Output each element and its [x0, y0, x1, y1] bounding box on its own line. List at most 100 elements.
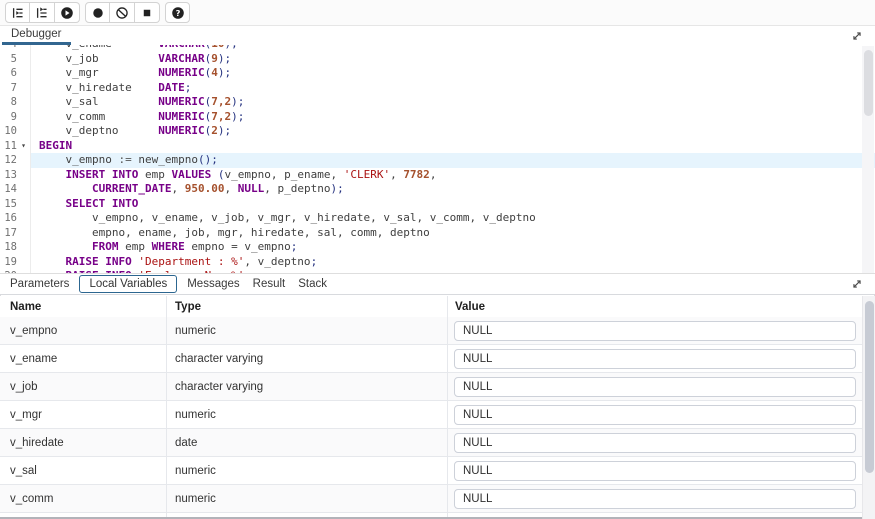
variable-value-cell: [448, 485, 862, 512]
variable-value-input[interactable]: [454, 489, 856, 509]
variables-scrollbar[interactable]: [862, 296, 875, 519]
step-over-icon: [35, 6, 49, 20]
line-number: 10: [0, 124, 17, 139]
tab-local-variables[interactable]: Local Variables: [79, 275, 177, 293]
tab-stack[interactable]: Stack: [298, 276, 327, 292]
code-line-6[interactable]: 6 v_mgr NUMERIC(4);: [0, 66, 875, 81]
line-number: 7: [0, 81, 17, 96]
table-row: v_mgrnumeric: [0, 401, 862, 429]
variable-type-cell: numeric: [167, 457, 448, 484]
code-line-9[interactable]: 9 v_comm NUMERIC(7,2);: [0, 110, 875, 125]
code-line-17[interactable]: 17 empno, ename, job, mgr, hiredate, sal…: [0, 226, 875, 241]
line-number: 16: [0, 211, 17, 226]
variable-value-input[interactable]: [454, 461, 856, 481]
step-into-button[interactable]: [5, 2, 30, 23]
variable-value-input[interactable]: [454, 405, 856, 425]
code-line-11[interactable]: 11▾BEGIN: [0, 139, 875, 154]
line-number: 15: [0, 197, 17, 212]
variable-type-cell: date: [167, 429, 448, 456]
code-line-7[interactable]: 7 v_hiredate DATE;: [0, 81, 875, 96]
tab-debugger[interactable]: Debugger: [2, 26, 71, 45]
code-line-15[interactable]: 15 SELECT INTO: [0, 197, 875, 212]
table-row: v_empnonumeric: [0, 317, 862, 345]
fold-gutter: [17, 124, 31, 139]
fold-marker-icon[interactable]: ▾: [17, 139, 31, 154]
variable-name-cell: v_hiredate: [0, 429, 167, 456]
code-line-13[interactable]: 13 INSERT INTO emp VALUES (v_empno, p_en…: [0, 168, 875, 183]
code-line-16[interactable]: 16 v_empno, v_ename, v_job, v_mgr, v_hir…: [0, 211, 875, 226]
code-text: v_empno, v_ename, v_job, v_mgr, v_hireda…: [31, 211, 875, 226]
expand-editor-panel-button[interactable]: [850, 28, 866, 44]
line-number: 8: [0, 95, 17, 110]
code-text: FROM emp WHERE empno = v_empno;: [31, 240, 875, 255]
toolbar-button-group: [85, 2, 160, 23]
code-line-19[interactable]: 19 RAISE INFO 'Department : %', v_deptno…: [0, 255, 875, 270]
expand-variables-panel-button[interactable]: [850, 276, 866, 292]
column-header-type[interactable]: Type: [167, 296, 448, 317]
tab-debugger-label: Debugger: [11, 28, 62, 40]
variable-type-cell: character varying: [167, 345, 448, 372]
variables-scrollbar-thumb[interactable]: [865, 301, 874, 473]
variable-value-input[interactable]: [454, 433, 856, 453]
variable-value-cell: [448, 429, 862, 456]
variable-value-cell: [448, 345, 862, 372]
code-line-18[interactable]: 18 FROM emp WHERE empno = v_empno;: [0, 240, 875, 255]
debugger-window: ? Debugger 4 v_ename VARCHAR(10);5 v_job…: [0, 0, 875, 519]
variable-value-input[interactable]: [454, 349, 856, 369]
code-line-5[interactable]: 5 v_job VARCHAR(9);: [0, 52, 875, 67]
tab-parameters[interactable]: Parameters: [10, 276, 69, 292]
variable-name-cell: v_ename: [0, 345, 167, 372]
code-editor[interactable]: 4 v_ename VARCHAR(10);5 v_job VARCHAR(9)…: [0, 45, 875, 273]
variable-name-cell: v_empno: [0, 317, 167, 344]
tab-messages[interactable]: Messages: [187, 276, 239, 292]
fold-gutter: [17, 240, 31, 255]
stop-button[interactable]: [135, 2, 160, 23]
line-number: 19: [0, 255, 17, 270]
table-row: v_commnumeric: [0, 485, 862, 513]
fold-gutter: [17, 110, 31, 125]
code-line-10[interactable]: 10 v_deptno NUMERIC(2);: [0, 124, 875, 139]
code-text: SELECT INTO: [31, 197, 875, 212]
code-text: empno, ename, job, mgr, hiredate, sal, c…: [31, 226, 875, 241]
stop-icon: [140, 6, 154, 20]
line-number: 14: [0, 182, 17, 197]
code-text: v_hiredate DATE;: [31, 81, 875, 96]
variable-type-cell: numeric: [167, 317, 448, 344]
line-number: 5: [0, 52, 17, 67]
editor-scrollbar-thumb[interactable]: [864, 50, 873, 116]
fold-gutter: [17, 197, 31, 212]
clear-all-breakpoints-icon: [115, 6, 129, 20]
variables-table-body: v_empnonumericv_enamecharacter varyingv_…: [0, 317, 862, 519]
column-header-name[interactable]: Name: [0, 296, 167, 317]
code-text: RAISE INFO 'Department : %', v_deptno;: [31, 255, 875, 270]
table-row: v_jobcharacter varying: [0, 373, 862, 401]
editor-scrollbar[interactable]: [862, 46, 874, 273]
code-line-14[interactable]: 14 CURRENT_DATE, 950.00, NULL, p_deptno)…: [0, 182, 875, 197]
help-button[interactable]: ?: [165, 2, 190, 23]
fold-gutter: [17, 153, 31, 168]
column-header-value[interactable]: Value: [448, 296, 862, 317]
variable-value-input[interactable]: [454, 321, 856, 341]
diagonal-resize-icon: [850, 29, 866, 43]
step-over-button[interactable]: [30, 2, 55, 23]
fold-gutter: [17, 95, 31, 110]
code-line-8[interactable]: 8 v_sal NUMERIC(7,2);: [0, 95, 875, 110]
continue-icon: [60, 6, 74, 20]
code-text: v_deptno NUMERIC(2);: [31, 124, 875, 139]
variable-name-cell: v_mgr: [0, 401, 167, 428]
code-text: v_empno := new_empno();: [31, 153, 875, 168]
line-number: 18: [0, 240, 17, 255]
tab-result[interactable]: Result: [253, 276, 286, 292]
code-lines: 4 v_ename VARCHAR(10);5 v_job VARCHAR(9)…: [0, 45, 875, 273]
continue-button[interactable]: [55, 2, 80, 23]
bottom-tabs: Parameters Local Variables Messages Result S…: [10, 275, 340, 293]
code-line-12[interactable]: 12 v_empno := new_empno();: [0, 153, 875, 168]
toggle-breakpoint-button[interactable]: [85, 2, 110, 23]
code-text: v_comm NUMERIC(7,2);: [31, 110, 875, 125]
fold-gutter: [17, 211, 31, 226]
variable-value-input[interactable]: [454, 377, 856, 397]
help-icon: ?: [171, 6, 185, 20]
fold-gutter: [17, 226, 31, 241]
clear-all-breakpoints-button[interactable]: [110, 2, 135, 23]
code-text: v_sal NUMERIC(7,2);: [31, 95, 875, 110]
